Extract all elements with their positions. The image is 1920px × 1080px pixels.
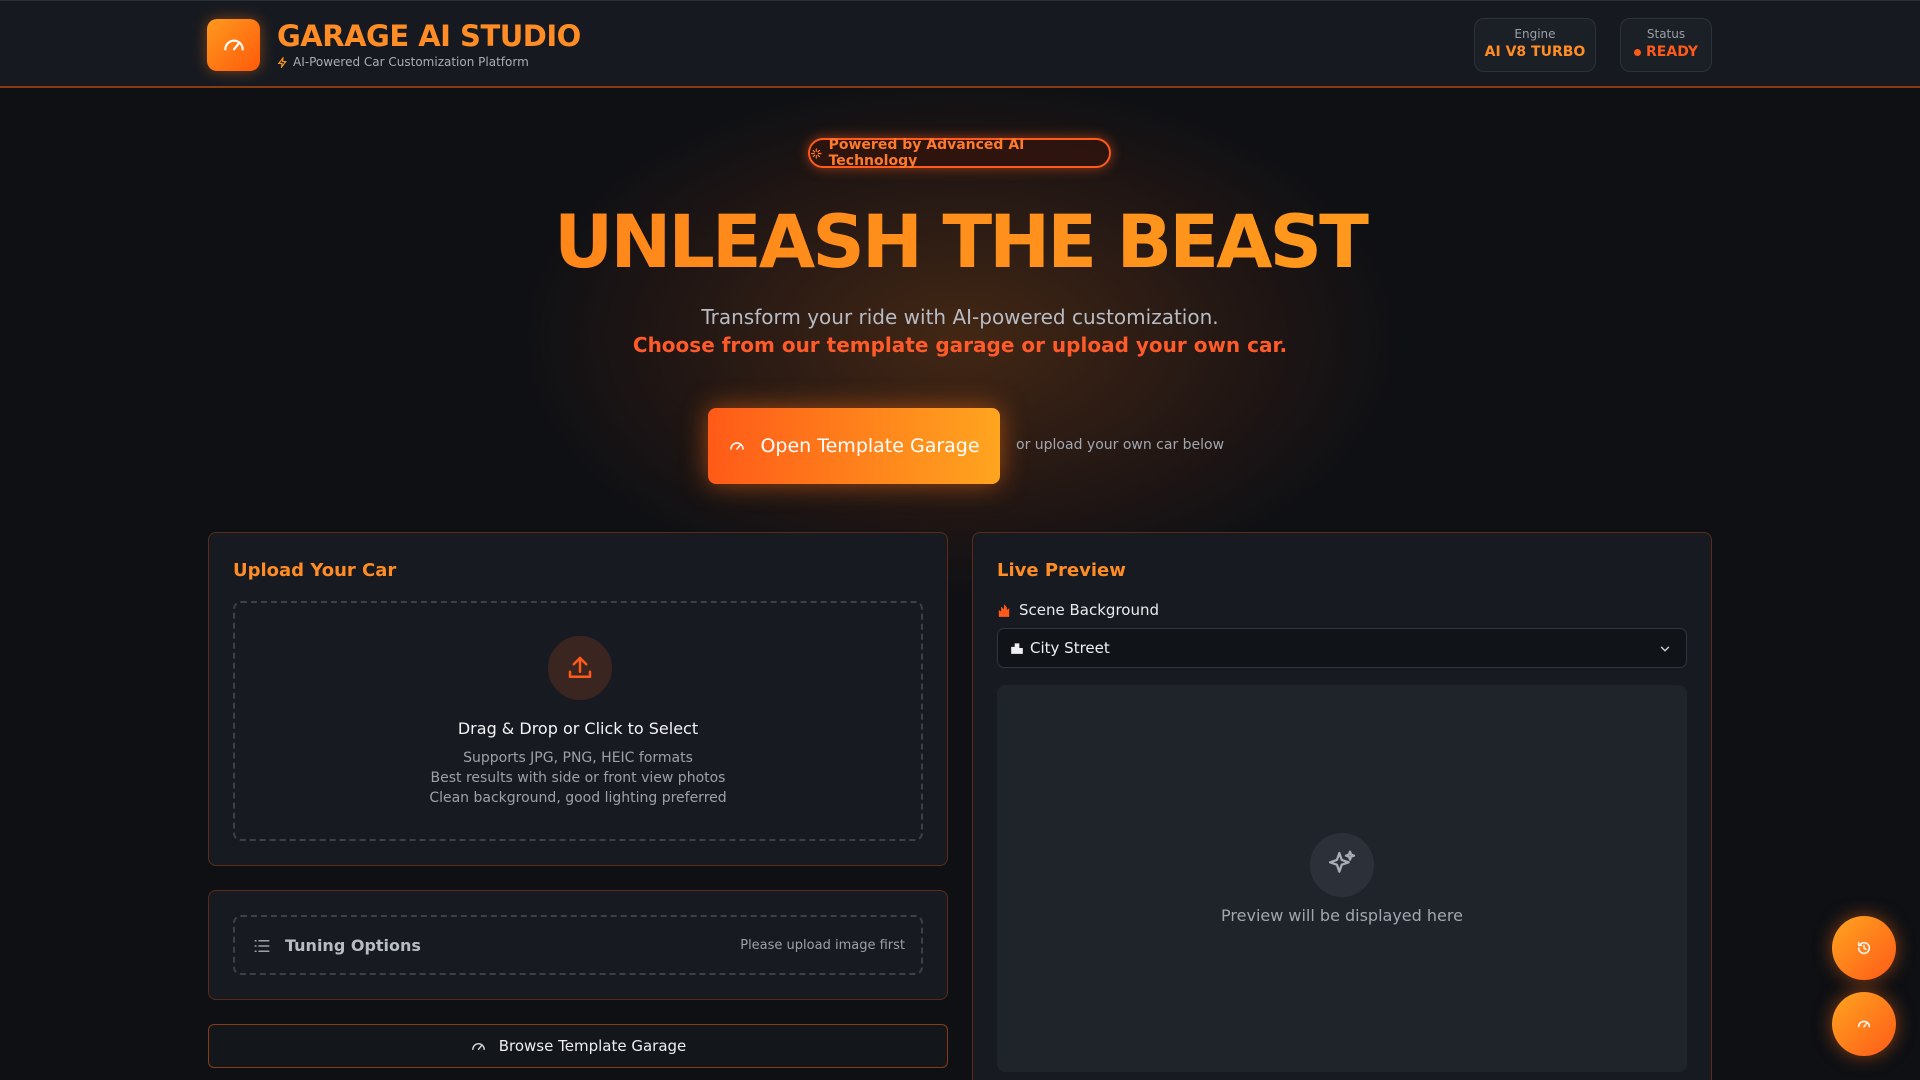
list-icon: [254, 940, 270, 952]
powered-badge-text: Powered by Advanced AI Technology: [828, 137, 1025, 169]
lightning-icon: [277, 56, 287, 68]
dropzone-hint-lighting: Clean background, good lighting preferre…: [429, 790, 727, 806]
app-title: GARAGE AI STUDIO: [277, 19, 581, 53]
upload-icon: [568, 656, 592, 678]
sparkle-icon: [810, 147, 822, 159]
status-value: READY: [1621, 44, 1711, 60]
status-value-text: READY: [1646, 44, 1698, 60]
tuning-options-box[interactable]: Tuning Options Please upload image first: [233, 915, 923, 975]
status-dot-icon: [1634, 48, 1642, 56]
dropzone-title: Drag & Drop or Click to Select: [457, 719, 699, 738]
open-template-garage-label: Open Template Garage: [760, 435, 980, 457]
tuning-options-title: Tuning Options: [285, 936, 421, 955]
powered-badge: Powered by Advanced AI Technology: [808, 137, 1111, 169]
history-fab-button[interactable]: [1832, 916, 1896, 980]
status-label: Status: [1646, 27, 1686, 41]
browse-template-garage-label: Browse Template Garage: [498, 1037, 687, 1055]
speedometer-icon: [730, 442, 745, 450]
upload-panel-title: Upload Your Car: [233, 560, 397, 581]
scene-background-selected: City Street: [1030, 639, 1110, 657]
engine-pill: Engine AI V8 TURBO: [1474, 18, 1596, 72]
chevron-down-icon: [1660, 646, 1670, 652]
status-pill: Status READY: [1620, 18, 1712, 72]
app-subtitle: AI-Powered Car Customization Platform: [277, 55, 529, 69]
sparkles-icon: [1328, 850, 1356, 873]
open-template-garage-button[interactable]: Open Template Garage: [708, 408, 1000, 484]
speedometer-icon: [1857, 1020, 1871, 1028]
preview-canvas: Preview will be displayed here: [997, 685, 1687, 1072]
tuning-options-note: Please upload image first: [740, 938, 905, 953]
hero-description: Transform your ride with AI-powered cust…: [701, 305, 1219, 329]
upload-hint: or upload your own car below: [1016, 437, 1225, 453]
browse-template-garage-button[interactable]: Browse Template Garage: [208, 1024, 948, 1068]
live-preview-title: Live Preview: [997, 560, 1126, 581]
history-icon: [1857, 941, 1871, 955]
dropzone-hint-formats: Supports JPG, PNG, HEIC formats: [463, 750, 693, 766]
upload-dropzone[interactable]: Drag & Drop or Click to Select Supports …: [233, 601, 923, 841]
preview-placeholder-text: Preview will be displayed here: [1221, 906, 1463, 925]
garage-fab-button[interactable]: [1832, 992, 1896, 1056]
city-icon: [1011, 643, 1023, 654]
scene-background-label-text: Scene Background: [1019, 601, 1159, 619]
engine-label: Engine: [1514, 27, 1556, 41]
preview-icon-circle: [1310, 833, 1374, 897]
top-header: GARAGE AI STUDIO AI-Powered Car Customiz…: [0, 0, 1920, 88]
upload-icon-circle: [548, 636, 612, 700]
logo[interactable]: [207, 19, 260, 71]
fire-icon: [998, 603, 1010, 617]
engine-value: AI V8 TURBO: [1475, 44, 1595, 60]
speedometer-icon: [471, 1042, 485, 1050]
speedometer-icon: [223, 39, 244, 51]
app-subtitle-text: AI-Powered Car Customization Platform: [293, 55, 529, 69]
scene-background-label: Scene Background: [997, 601, 1159, 619]
engine-value-text: AI V8 TURBO: [1484, 44, 1586, 60]
scene-background-select[interactable]: City Street: [997, 628, 1687, 668]
dropzone-hint-views: Best results with side or front view pho…: [430, 770, 726, 786]
hero-title: UNLEASH THE BEAST: [0, 200, 1920, 285]
hero-callout: Choose from our template garage or uploa…: [632, 333, 1288, 357]
